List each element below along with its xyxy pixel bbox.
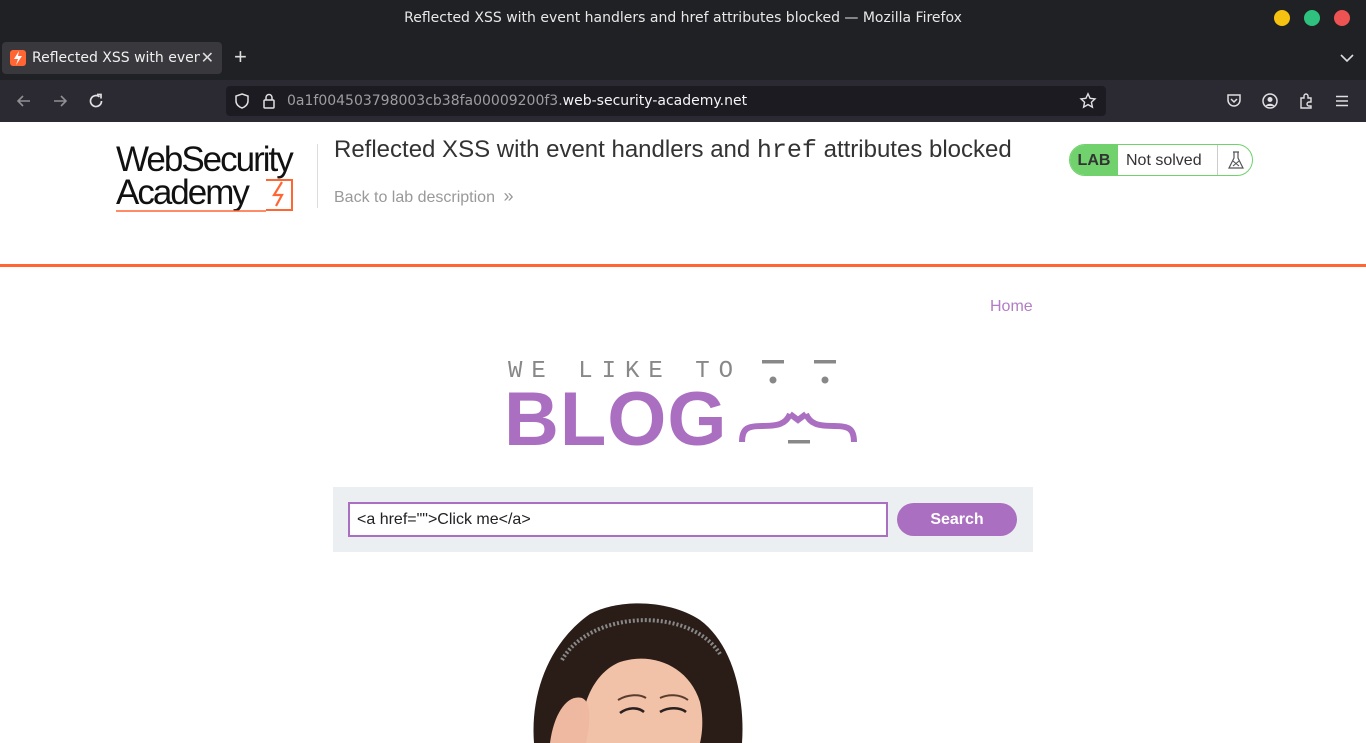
window-title: Reflected XSS with event handlers and hr… [404,10,962,26]
maximize-button[interactable] [1304,10,1320,26]
window-titlebar: Reflected XSS with event handlers and hr… [0,0,1366,36]
web-page: WebSecurity Academy Reflected XSS with e… [0,122,1366,743]
header-separator [0,264,1366,267]
search-button[interactable]: Search [897,503,1017,536]
header-divider [317,144,318,208]
browser-tab[interactable]: Reflected XSS with event handlers and hr… [2,42,222,74]
lab-status-text: Not solved [1126,152,1202,169]
minimize-button[interactable] [1274,10,1290,26]
menu-hamburger-icon[interactable] [1333,92,1351,110]
forward-icon[interactable] [51,92,69,110]
back-link-label: Back to lab description [334,189,495,206]
tracking-protection-shield-icon[interactable] [233,92,251,110]
blog-face-icon [739,360,857,444]
double-chevron-right-icon: » [503,186,514,206]
account-icon[interactable] [1261,92,1279,110]
padlock-icon[interactable] [260,92,278,110]
web-security-academy-logo[interactable]: WebSecurity Academy [116,142,316,214]
list-all-tabs-icon[interactable] [1340,50,1354,68]
tab-title: Reflected XSS with event handlers and hr… [32,50,200,66]
url-text[interactable]: 0a1f004503798003cb38fa00009200f3.web-sec… [287,93,747,109]
url-domain: web-security-academy.net [562,93,748,109]
lab-status-widget: LAB Not solved [1069,144,1253,176]
pocket-icon[interactable] [1225,92,1243,110]
reload-icon[interactable] [87,92,105,110]
portswigger-favicon-icon [10,50,26,66]
new-tab-icon[interactable]: + [234,46,247,68]
home-link[interactable]: Home [990,298,1033,316]
close-window-button[interactable] [1334,10,1350,26]
extensions-icon[interactable] [1297,92,1315,110]
url-subdomain: 0a1f004503798003cb38fa00009200f3. [287,93,563,109]
navigation-toolbar: 0a1f004503798003cb38fa00009200f3.web-sec… [0,80,1366,122]
back-icon[interactable] [15,92,33,110]
search-panel: Search [333,487,1033,552]
blog-post-image[interactable] [520,602,760,743]
lab-title: Reflected XSS with event handlers and hr… [334,136,1012,165]
back-to-lab-description-link[interactable]: Back to lab description » [334,186,513,207]
lab-title-part1: Reflected XSS with event handlers and [334,136,757,163]
flask-icon [1217,145,1252,175]
close-tab-icon[interactable]: ✕ [201,48,214,68]
blog-wordmark: BLOG [504,377,728,462]
lab-title-code: href [756,136,817,165]
lab-status-tag: LAB [1070,145,1118,175]
tab-strip: Reflected XSS with event handlers and hr… [0,36,1366,80]
address-bar[interactable]: 0a1f004503798003cb38fa00009200f3.web-sec… [226,86,1106,116]
bookmark-star-icon[interactable] [1079,92,1097,110]
search-input[interactable] [348,502,888,537]
logo-bolt-icon [116,179,293,212]
lab-title-part2: attributes blocked [816,136,1012,163]
